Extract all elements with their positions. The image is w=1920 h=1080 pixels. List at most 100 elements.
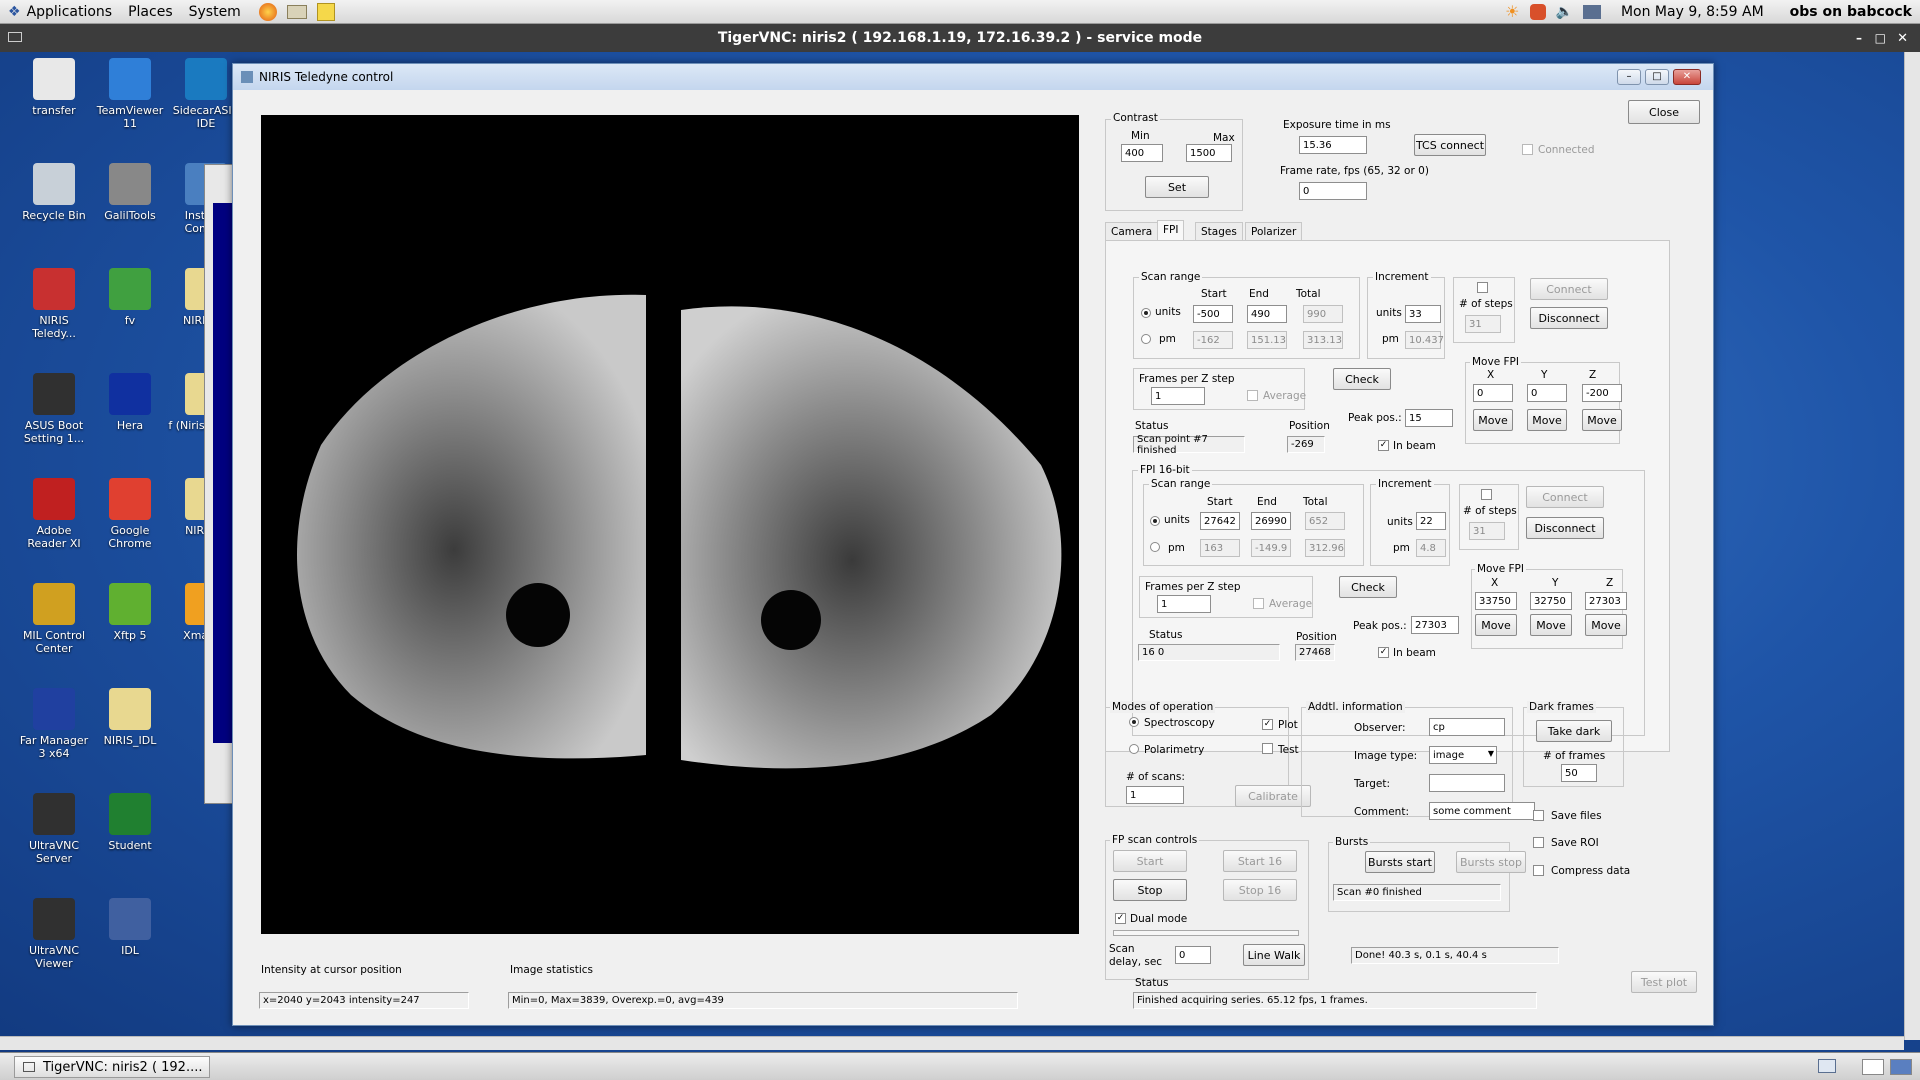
fpi1-fpz-input[interactable]: 1 <box>1151 387 1205 405</box>
fpi2-pm-radio[interactable] <box>1150 542 1160 552</box>
desktop-icon[interactable]: UltraVNC Server <box>16 793 92 865</box>
clock[interactable]: Mon May 9, 8:59 AM <box>1621 4 1764 20</box>
fpi1-average-checkbox[interactable] <box>1247 390 1258 401</box>
tcs-connect-button[interactable]: TCS connect <box>1414 134 1486 156</box>
fpi2-units-radio[interactable] <box>1150 516 1160 526</box>
fpi1-connect-button[interactable]: Connect <box>1530 278 1608 300</box>
workspace-switcher-1[interactable] <box>1862 1059 1884 1075</box>
desktop-icon[interactable]: MIL Control Center <box>16 583 92 655</box>
maximize-button[interactable]: □ <box>1645 69 1669 85</box>
fpi1-move-z-button[interactable]: Move <box>1582 409 1622 431</box>
contrast-max-input[interactable]: 1500 <box>1186 144 1232 162</box>
calibrate-button[interactable]: Calibrate <box>1235 785 1311 807</box>
fpi2-units-end[interactable]: 26990 <box>1251 512 1291 530</box>
fpi1-peak-input[interactable]: 15 <box>1405 409 1453 427</box>
desktop-icon[interactable]: UltraVNC Viewer <box>16 898 92 970</box>
menu-system[interactable]: System <box>189 4 241 20</box>
apps-icon[interactable]: ❖ <box>8 4 21 20</box>
tab-polarizer[interactable]: Polarizer <box>1245 222 1303 240</box>
tab-fpi[interactable]: FPI <box>1157 220 1185 240</box>
fpi1-steps-checkbox[interactable] <box>1477 282 1488 293</box>
frame-rate-input[interactable]: 0 <box>1299 182 1367 200</box>
taskbar-vnc-item[interactable]: TigerVNC: niris2 ( 192.... <box>14 1056 210 1078</box>
scan-start-button[interactable]: Start <box>1113 850 1187 872</box>
take-dark-button[interactable]: Take dark <box>1536 720 1612 742</box>
fpi1-units-start[interactable]: -500 <box>1193 305 1233 323</box>
vnc-menu-icon[interactable] <box>8 32 22 42</box>
fpi1-move-y[interactable]: 0 <box>1527 384 1567 402</box>
fpi2-inc-units[interactable]: 22 <box>1416 512 1446 530</box>
vnc-minimize-icon[interactable]: – <box>1856 31 1862 45</box>
camera-image[interactable] <box>261 115 1079 934</box>
close-button[interactable]: Close <box>1628 100 1700 124</box>
polarimetry-radio[interactable] <box>1129 744 1139 754</box>
compress-data-checkbox[interactable] <box>1533 865 1544 876</box>
notes-icon[interactable] <box>316 2 335 21</box>
desktop-icon[interactable]: Adobe Reader XI <box>16 478 92 550</box>
scan-stop-button[interactable]: Stop <box>1113 879 1187 901</box>
menu-places[interactable]: Places <box>128 4 173 20</box>
background-console-window[interactable] <box>204 164 234 804</box>
fpi2-average-checkbox[interactable] <box>1253 598 1264 609</box>
vnc-vertical-scrollbar[interactable] <box>1904 52 1920 1040</box>
desktop-icon[interactable]: NIRIS_IDL <box>92 688 168 747</box>
bursts-stop-button[interactable]: Bursts stop <box>1456 851 1526 873</box>
fpi1-disconnect-button[interactable]: Disconnect <box>1530 307 1608 329</box>
plot-checkbox[interactable]: ✓ <box>1262 719 1273 730</box>
observer-input[interactable]: cp <box>1429 718 1505 736</box>
desktop-icon[interactable]: ASUS Boot Setting 1... <box>16 373 92 445</box>
fpi2-move-y[interactable]: 32750 <box>1530 592 1572 610</box>
workspace-switcher-2[interactable] <box>1890 1059 1912 1075</box>
volume-icon[interactable]: 🔈 <box>1556 4 1573 20</box>
dark-frames-count-input[interactable]: 50 <box>1561 764 1597 782</box>
desktop-icon[interactable]: Google Chrome <box>92 478 168 550</box>
firefox-icon[interactable] <box>258 2 277 21</box>
fpi1-move-z[interactable]: -200 <box>1582 384 1622 402</box>
connected-checkbox[interactable] <box>1522 144 1533 155</box>
desktop-icon[interactable]: GalilTools <box>92 163 168 222</box>
fpi2-connect-button[interactable]: Connect <box>1526 486 1604 508</box>
fpi1-check-button[interactable]: Check <box>1333 368 1391 390</box>
vnc-horizontal-scrollbar[interactable] <box>0 1036 1904 1050</box>
fpi2-move-z-button[interactable]: Move <box>1585 614 1627 636</box>
test-plot-button[interactable]: Test plot <box>1631 971 1697 993</box>
desktop-icon[interactable]: Xftp 5 <box>92 583 168 642</box>
tab-camera[interactable]: Camera <box>1105 222 1159 240</box>
bursts-start-button[interactable]: Bursts start <box>1365 851 1435 873</box>
desktop-icon[interactable]: Recycle Bin <box>16 163 92 222</box>
scan-delay-input[interactable]: 0 <box>1175 946 1211 964</box>
fpi1-units-radio[interactable] <box>1141 308 1151 318</box>
fpi2-fpz-input[interactable]: 1 <box>1157 595 1211 613</box>
fpi2-peak-input[interactable]: 27303 <box>1411 616 1459 634</box>
fpi2-move-z[interactable]: 27303 <box>1585 592 1627 610</box>
save-roi-checkbox[interactable] <box>1533 837 1544 848</box>
contrast-set-button[interactable]: Set <box>1145 176 1209 198</box>
contrast-min-input[interactable]: 400 <box>1121 144 1163 162</box>
save-files-checkbox[interactable] <box>1533 810 1544 821</box>
fpi2-move-x[interactable]: 33750 <box>1475 592 1517 610</box>
fpi2-units-start[interactable]: 27642 <box>1200 512 1240 530</box>
fpi2-disconnect-button[interactable]: Disconnect <box>1526 517 1604 539</box>
fpi2-steps-checkbox[interactable] <box>1481 489 1492 500</box>
spectroscopy-radio[interactable] <box>1129 717 1139 727</box>
minimize-button[interactable]: – <box>1617 69 1641 85</box>
close-window-button[interactable]: ✕ <box>1673 69 1701 85</box>
desktop-icon[interactable]: fv <box>92 268 168 327</box>
fpi1-move-x-button[interactable]: Move <box>1473 409 1513 431</box>
show-desktop-icon[interactable] <box>1818 1059 1836 1073</box>
fpi2-move-y-button[interactable]: Move <box>1530 614 1572 636</box>
fpi1-inc-units[interactable]: 33 <box>1405 305 1441 323</box>
exposure-input[interactable]: 15.36 <box>1299 136 1367 154</box>
fpi1-pm-radio[interactable] <box>1141 334 1151 344</box>
tab-stages[interactable]: Stages <box>1195 222 1243 240</box>
fpi1-move-x[interactable]: 0 <box>1473 384 1513 402</box>
fpi1-units-end[interactable]: 490 <box>1247 305 1287 323</box>
fpi2-check-button[interactable]: Check <box>1339 576 1397 598</box>
vnc-maximize-icon[interactable]: □ <box>1875 31 1886 45</box>
vnc-close-icon[interactable]: ✕ <box>1897 31 1908 46</box>
dual-mode-checkbox[interactable]: ✓ <box>1115 913 1126 924</box>
menu-applications[interactable]: Applications <box>27 4 113 20</box>
target-input[interactable] <box>1429 774 1505 792</box>
comment-input[interactable]: some comment <box>1429 802 1535 820</box>
desktop-icon[interactable]: Far Manager 3 x64 <box>16 688 92 760</box>
